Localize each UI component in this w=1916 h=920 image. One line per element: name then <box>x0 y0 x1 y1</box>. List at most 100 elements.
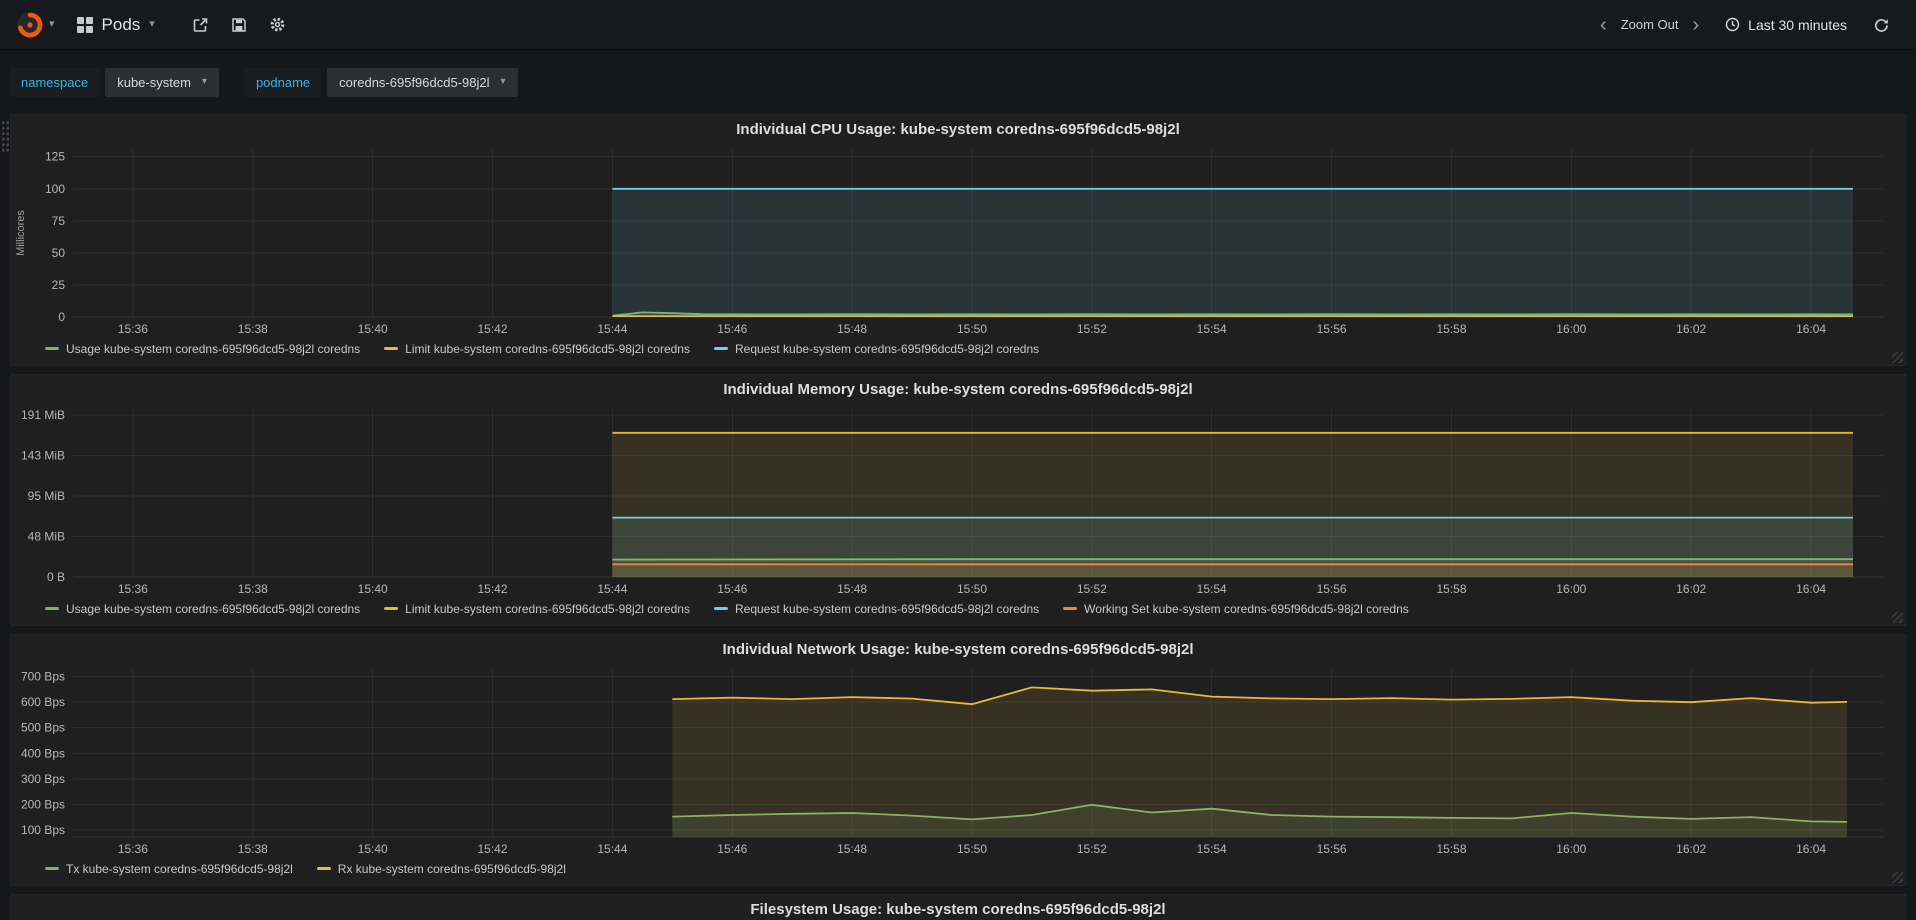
svg-text:15:52: 15:52 <box>1077 842 1107 856</box>
legend-series-color <box>316 866 331 870</box>
panel-title[interactable]: Individual Network Usage: kube-system co… <box>11 635 1905 663</box>
legend-item[interactable]: Tx kube-system coredns-695f96dcd5-98j2l <box>45 862 293 876</box>
legend-item[interactable]: Usage kube-system coredns-695f96dcd5-98j… <box>45 602 360 616</box>
legend-item[interactable]: Limit kube-system coredns-695f96dcd5-98j… <box>384 602 690 616</box>
legend: Usage kube-system coredns-695f96dcd5-98j… <box>11 339 1905 356</box>
cpu-usage-chart[interactable]: 0 25 50 75 100 125 15:36 15:38 15:40 15:42 15:44 15… <box>11 143 1905 339</box>
grafana-menu-button[interactable]: ▾ <box>16 11 55 39</box>
chart-svg: 0 25 50 75 100 125 15:36 15:38 15:40 15:42 15:44 15… <box>15 149 1883 336</box>
svg-text:15:52: 15:52 <box>1077 582 1107 596</box>
svg-text:15:50: 15:50 <box>957 322 987 336</box>
svg-text:700 Bps: 700 Bps <box>21 670 65 684</box>
legend-item[interactable]: Rx kube-system coredns-695f96dcd5-98j2l <box>316 862 566 876</box>
svg-text:16:02: 16:02 <box>1676 322 1706 336</box>
caret-down-icon: ▾ <box>201 76 207 87</box>
svg-text:100: 100 <box>45 182 65 196</box>
svg-text:15:36: 15:36 <box>118 322 148 336</box>
svg-text:16:00: 16:00 <box>1556 582 1586 596</box>
panel-title[interactable]: Individual Memory Usage: kube-system cor… <box>11 375 1905 403</box>
svg-text:16:02: 16:02 <box>1676 582 1706 596</box>
svg-text:15:44: 15:44 <box>597 322 627 336</box>
svg-text:15:38: 15:38 <box>238 582 268 596</box>
legend-item[interactable]: Request kube-system coredns-695f96dcd5-9… <box>713 602 1039 616</box>
svg-text:200 Bps: 200 Bps <box>21 797 65 811</box>
svg-text:15:56: 15:56 <box>1317 842 1347 856</box>
legend-series-color <box>45 866 59 870</box>
svg-text:15:48: 15:48 <box>837 582 867 596</box>
svg-text:16:02: 16:02 <box>1676 842 1706 856</box>
svg-text:16:04: 16:04 <box>1796 582 1826 596</box>
share-button[interactable] <box>181 0 220 50</box>
dashboard-body: Individual CPU Usage: kube-system coredn… <box>0 106 1916 920</box>
svg-text:15:38: 15:38 <box>238 842 268 856</box>
svg-text:48 MiB: 48 MiB <box>28 530 65 544</box>
svg-text:16:04: 16:04 <box>1796 322 1826 336</box>
chevron-left-icon: ‹ <box>1600 13 1607 36</box>
time-back-button[interactable]: ‹ <box>1590 15 1617 35</box>
save-icon <box>232 17 246 32</box>
svg-text:15:44: 15:44 <box>597 842 627 856</box>
svg-text:15:54: 15:54 <box>1197 842 1227 856</box>
settings-button[interactable] <box>258 0 297 50</box>
svg-text:15:42: 15:42 <box>477 842 507 856</box>
panel-filesystem-usage: Filesystem Usage: kube-system coredns-69… <box>10 894 1906 920</box>
gear-icon <box>270 17 285 32</box>
variable-dropdown-podname[interactable]: coredns-695f96dcd5-98j2l ▾ <box>327 67 518 97</box>
chart-svg: 0 B 48 MiB 95 MiB 143 MiB 191 MiB 15:36 15:38 1… <box>21 408 1883 596</box>
svg-text:16:04: 16:04 <box>1796 842 1826 856</box>
variable-value-text: kube-system <box>117 74 191 90</box>
legend-item[interactable]: Working Set kube-system coredns-695f96dc… <box>1063 602 1409 616</box>
legend: Usage kube-system coredns-695f96dcd5-98j… <box>11 599 1905 616</box>
navbar-left: ▾ Pods ▾ <box>16 0 1590 50</box>
panel-network-usage: Individual Network Usage: kube-system co… <box>10 634 1906 886</box>
variable-dropdown-namespace[interactable]: kube-system ▾ <box>105 67 219 97</box>
panel-resize-handle[interactable] <box>1892 352 1903 363</box>
panel-resize-handle[interactable] <box>1892 612 1903 623</box>
svg-text:15:50: 15:50 <box>957 842 987 856</box>
time-range-label: Last 30 minutes <box>1748 16 1847 33</box>
zoom-out-button[interactable]: Zoom Out <box>1617 17 1683 32</box>
svg-text:25: 25 <box>52 278 66 292</box>
caret-down-icon: ▾ <box>500 76 506 87</box>
template-variables-row: namespace kube-system ▾ podname coredns-… <box>0 50 1916 106</box>
svg-text:15:46: 15:46 <box>717 322 747 336</box>
svg-text:15:54: 15:54 <box>1197 582 1227 596</box>
svg-text:15:40: 15:40 <box>358 842 388 856</box>
svg-text:50: 50 <box>52 246 66 260</box>
time-forward-button[interactable]: › <box>1682 15 1709 35</box>
svg-text:15:56: 15:56 <box>1317 582 1347 596</box>
svg-text:15:36: 15:36 <box>118 582 148 596</box>
row-drag-handle[interactable] <box>1 120 10 154</box>
panel-title[interactable]: Filesystem Usage: kube-system coredns-69… <box>11 895 1905 920</box>
grafana-app: ▾ Pods ▾ ‹ Zoom Out › Last 30 minutes na… <box>0 0 1916 920</box>
legend-item[interactable]: Request kube-system coredns-695f96dcd5-9… <box>713 342 1039 356</box>
svg-text:300 Bps: 300 Bps <box>21 772 65 786</box>
refresh-button[interactable] <box>1863 0 1900 50</box>
time-range-picker-button[interactable]: Last 30 minutes <box>1709 0 1863 50</box>
svg-text:75: 75 <box>52 214 66 228</box>
svg-text:15:56: 15:56 <box>1317 322 1347 336</box>
svg-text:15:52: 15:52 <box>1077 322 1107 336</box>
panel-resize-handle[interactable] <box>1892 872 1903 883</box>
share-icon <box>193 17 208 32</box>
svg-text:100 Bps: 100 Bps <box>21 823 65 837</box>
svg-text:500 Bps: 500 Bps <box>21 721 65 735</box>
legend-item[interactable]: Usage kube-system coredns-695f96dcd5-98j… <box>45 342 360 356</box>
svg-text:15:58: 15:58 <box>1436 582 1466 596</box>
svg-text:15:40: 15:40 <box>358 582 388 596</box>
legend: Tx kube-system coredns-695f96dcd5-98j2l R… <box>11 859 1905 876</box>
grafana-logo-icon <box>17 11 43 38</box>
network-usage-chart[interactable]: 100 Bps 200 Bps 300 Bps 400 Bps 500 Bps 600 B… <box>11 663 1905 859</box>
svg-text:0 B: 0 B <box>47 570 65 584</box>
panel-title[interactable]: Individual CPU Usage: kube-system coredn… <box>11 115 1905 143</box>
variable-value-text: coredns-695f96dcd5-98j2l <box>339 74 490 90</box>
svg-text:15:58: 15:58 <box>1436 842 1466 856</box>
memory-usage-chart[interactable]: 0 B 48 MiB 95 MiB 143 MiB 191 MiB 15:36 15:38 1… <box>11 403 1905 599</box>
save-button[interactable] <box>220 0 258 50</box>
legend-series-color <box>713 606 728 610</box>
svg-text:Millicores: Millicores <box>15 210 27 256</box>
svg-text:15:42: 15:42 <box>477 322 507 336</box>
svg-text:15:44: 15:44 <box>597 582 627 596</box>
dashboard-picker-button[interactable]: Pods ▾ <box>76 15 155 35</box>
legend-item[interactable]: Limit kube-system coredns-695f96dcd5-98j… <box>384 342 690 356</box>
